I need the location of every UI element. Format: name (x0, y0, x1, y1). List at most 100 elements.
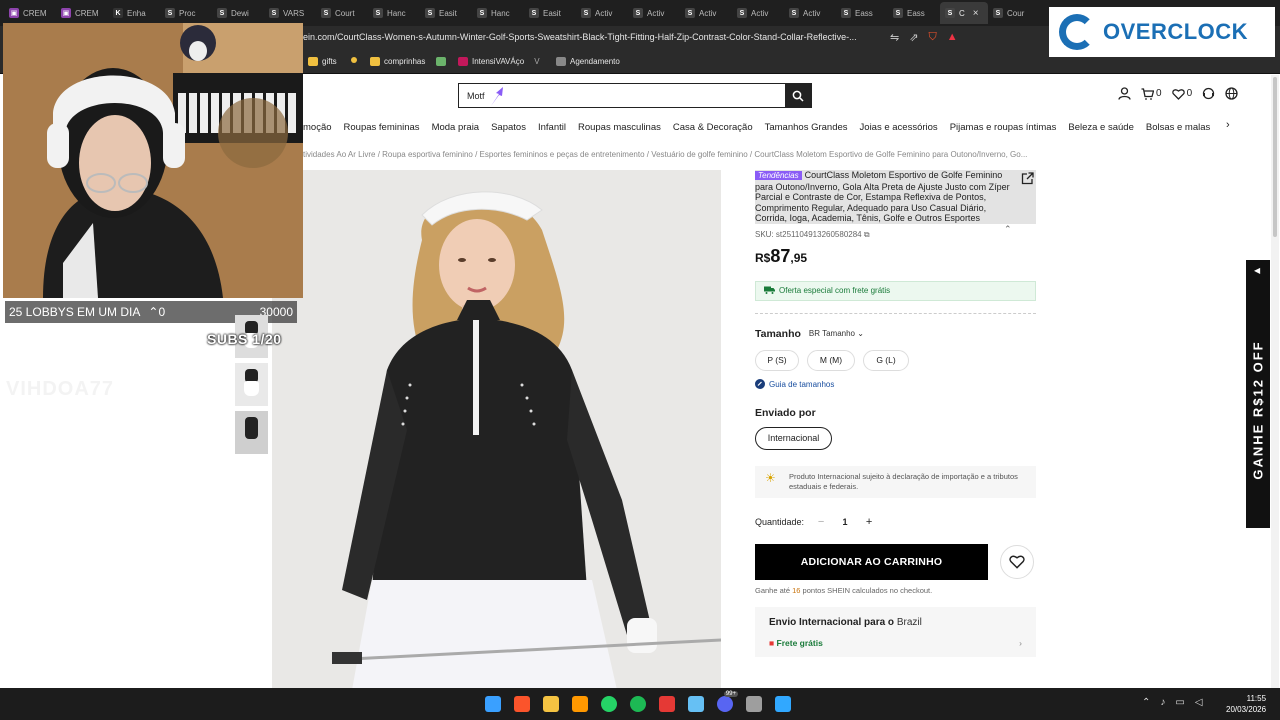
browser-tab[interactable]: ▣ CREM (56, 2, 108, 24)
collapse-chevron-icon[interactable]: ⌃ (1004, 224, 1012, 235)
support-icon[interactable] (1202, 87, 1215, 100)
category-next-arrow[interactable]: › (1226, 119, 1230, 131)
category-link[interactable]: Moda praia (432, 122, 480, 133)
bookmark-dot[interactable] (351, 57, 357, 63)
copy-icon[interactable]: ⧉ (864, 230, 870, 239)
sublime-icon[interactable] (570, 693, 590, 715)
brave-icon[interactable] (512, 693, 532, 715)
volume-icon[interactable]: ◁ (1195, 697, 1203, 708)
browser-tab[interactable]: S Dewi (212, 2, 264, 24)
browser-tab[interactable]: S Hanc (368, 2, 420, 24)
category-link[interactable]: Pijamas e roupas íntimas (950, 122, 1057, 133)
tray-chevron-icon[interactable]: ⌃ (1142, 697, 1150, 708)
browser-tab[interactable]: S Easit (420, 2, 472, 24)
globe-icon[interactable] (1225, 87, 1238, 100)
size-guide-link[interactable]: Guia de tamanhos (755, 378, 1036, 391)
bookmark-agendamento[interactable]: Agendamento (556, 57, 620, 66)
cursor-arrow-icon (491, 87, 503, 106)
browser-tab[interactable]: S Proc (160, 2, 212, 24)
category-link[interactable]: Roupas masculinas (578, 122, 661, 133)
obs-icon[interactable] (744, 693, 764, 715)
side-promo-banner[interactable]: ◀ GANHE R$12 OFF (1246, 260, 1270, 528)
thumbnail-3[interactable] (235, 411, 268, 454)
size-option-g[interactable]: G (L) (863, 349, 909, 371)
external-link-icon[interactable] (1021, 172, 1034, 188)
whatsapp-icon[interactable] (599, 693, 619, 715)
tab-favicon-icon: S (217, 8, 227, 18)
category-link[interactable]: Joias e acessórios (860, 122, 938, 133)
category-link[interactable]: Beleza e saúde (1068, 122, 1134, 133)
network-icon[interactable]: ▭ (1175, 697, 1184, 708)
microphone-icon[interactable]: ♪ (1160, 697, 1165, 708)
category-link[interactable]: Bolsas e malas (1146, 122, 1210, 133)
category-link[interactable]: moção (303, 122, 332, 133)
add-to-cart-button[interactable]: ADICIONAR AO CARRINHO (755, 543, 988, 580)
browser-tab[interactable]: S Activ (784, 2, 836, 24)
category-link[interactable]: Infantil (538, 122, 566, 133)
browser-tab[interactable]: S Activ (576, 2, 628, 24)
size-system-dropdown[interactable]: BR Tamanho ⌄ (809, 329, 864, 338)
scrollbar-thumb[interactable] (1273, 77, 1277, 237)
account-icon[interactable] (1118, 87, 1131, 100)
wishlist-button[interactable]: 0 (1171, 88, 1192, 100)
browser-tab[interactable]: S Easit (524, 2, 576, 24)
quantity-increase-button[interactable]: + (860, 516, 878, 528)
category-link[interactable]: Sapatos (491, 122, 526, 133)
brave-rewards-icon[interactable]: ▲ (947, 31, 958, 44)
app-glyph (717, 696, 733, 712)
wishlist-add-button[interactable] (1000, 544, 1034, 579)
discord-icon[interactable]: 99+ (715, 691, 738, 715)
thumbnail-2[interactable] (235, 363, 268, 406)
browser-tab[interactable]: S C × (940, 2, 988, 24)
tab-title: CREM (75, 8, 99, 18)
browser-tab[interactable]: S Cour (988, 2, 1040, 24)
close-tab-icon[interactable]: × (973, 8, 979, 19)
browser-tab[interactable]: S Hanc (472, 2, 524, 24)
file-explorer-icon[interactable] (541, 693, 561, 715)
windows-start-icon[interactable] (483, 693, 503, 715)
brave-shield-icon[interactable]: ⛉ (928, 31, 936, 44)
category-link[interactable]: Tamanhos Grandes (765, 122, 848, 133)
category-link[interactable]: Roupas femininas (344, 122, 420, 133)
spotify-icon[interactable] (628, 693, 648, 715)
taskbar-clock[interactable]: 11:55 20/03/2026 (1226, 693, 1266, 715)
browser-tab[interactable]: S Activ (628, 2, 680, 24)
product-image[interactable] (272, 170, 721, 688)
bookmark-gifts[interactable]: gifts (308, 57, 337, 66)
goal-count: ⌃0 (148, 305, 166, 319)
browser-tab[interactable]: S Activ (680, 2, 732, 24)
international-shipping-box[interactable]: Envio Internacional para o Brazil ■ Fret… (755, 606, 1036, 657)
browser-tab[interactable]: S Court (316, 2, 368, 24)
steam-icon[interactable] (686, 693, 706, 715)
translate-icon[interactable]: ⇋ (890, 31, 899, 44)
browser-tab[interactable]: K Enha (108, 2, 160, 24)
search-box (458, 83, 812, 108)
browser-tab[interactable]: ▣ CREM (4, 2, 56, 24)
browser-tab[interactable]: S Eass (888, 2, 940, 24)
search-button[interactable] (785, 84, 811, 107)
quantity-value[interactable]: 1 (830, 517, 860, 527)
record-icon[interactable] (657, 693, 677, 715)
bookmark-extension[interactable] (436, 57, 446, 66)
shipped-by-option[interactable]: Internacional (755, 426, 832, 450)
share-icon[interactable]: ⇗ (909, 31, 918, 44)
category-link[interactable]: Casa & Decoração (673, 122, 753, 133)
calendar-icon (556, 57, 566, 66)
browser-tab[interactable]: S Eass (836, 2, 888, 24)
search-icon (792, 90, 804, 102)
tab-favicon-icon: ▣ (9, 8, 19, 18)
size-option-m[interactable]: M (M) (807, 349, 855, 371)
photoshop-icon[interactable] (773, 693, 793, 715)
bookmark-comprinhas[interactable]: comprinhas (370, 57, 425, 66)
page-scrollbar[interactable] (1271, 75, 1279, 688)
side-banner-text: GANHE R$12 OFF (1250, 340, 1266, 480)
cart-button[interactable]: 0 (1141, 87, 1162, 100)
browser-tab[interactable]: S Activ (732, 2, 784, 24)
size-option-p[interactable]: P (S) (755, 349, 799, 371)
url-text[interactable]: ein.com/CourtClass-Women-s-Autumn-Winter… (303, 32, 857, 42)
truck-icon (764, 286, 775, 296)
quantity-decrease-button[interactable]: − (812, 516, 830, 528)
bookmark-intensivavaco[interactable]: IntensiVAVÁço V (458, 57, 540, 66)
shipped-by-label: Enviado por (755, 406, 816, 419)
browser-tab[interactable]: S VARS (264, 2, 316, 24)
